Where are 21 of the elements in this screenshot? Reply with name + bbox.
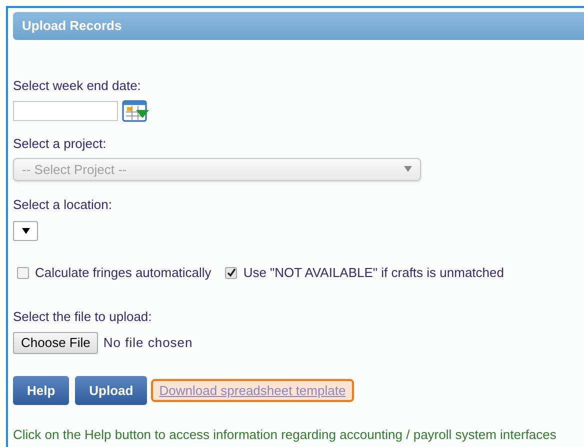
field-label: Select the file to upload: [13, 309, 152, 324]
action-button[interactable]: Help [13, 376, 70, 405]
field-label: Select a location: [13, 196, 112, 212]
template-link[interactable]: Download spreadsheet template [151, 379, 354, 402]
calendar-icon[interactable] [122, 100, 150, 122]
file-status: No file chosen [103, 334, 193, 352]
date-field[interactable] [13, 101, 118, 122]
location-select[interactable] [13, 220, 38, 241]
caret-icon [404, 166, 412, 172]
field-label: Select week end date: [13, 78, 141, 94]
checkbox-label: Calculate fringes automatically [35, 264, 212, 281]
caret-icon [22, 228, 30, 234]
action-button[interactable]: Upload [75, 376, 148, 405]
checkbox-label: Use "NOT AVAILABLE" if crafts is unmatched [243, 264, 504, 281]
help-text: Click on the Help button to access information regarding accounting / payroll system interfaces [13, 427, 556, 442]
checkbox[interactable] [17, 266, 29, 279]
choose-file-button[interactable]: Choose File [13, 332, 98, 354]
header-title: Upload Records [22, 17, 122, 36]
field-label: Select a project: [13, 136, 106, 152]
check-icon [226, 268, 236, 278]
checkbox[interactable] [225, 266, 238, 279]
